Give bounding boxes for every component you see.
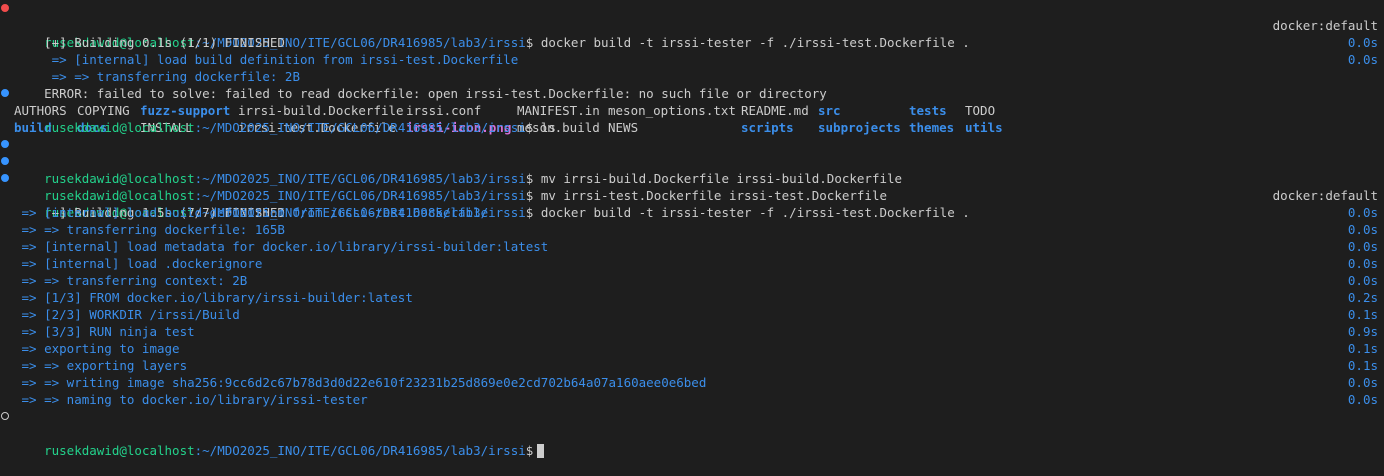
- build-step: => [internal] load .dockerignore 0.0s: [0, 255, 1384, 272]
- build-step: => => transferring dockerfile: 2B 0.0s: [0, 51, 1384, 84]
- build-step-text: => [2/3] WORKDIR /irssi/Build: [14, 307, 240, 322]
- error-circle-icon[interactable]: [1, 4, 9, 12]
- build-step-text: => => transferring dockerfile: 165B: [14, 222, 285, 237]
- build-step-time: 0.1s: [1347, 358, 1378, 373]
- build-step-time: 0.0s: [1347, 222, 1378, 237]
- ls-entry: irrsi-build.Dockerfile: [238, 103, 404, 118]
- build-context: docker:default: [1272, 18, 1378, 33]
- build-step-time: 0.0s: [1347, 375, 1378, 390]
- build-step-text: => [1/3] FROM docker.io/library/irssi-bu…: [14, 290, 413, 305]
- ls-output-row: AUTHORS COPYING fuzz-support irrsi-build.Do…: [0, 102, 1384, 119]
- build-header: [+] Building 1.5s (7/7) FINISHED docker:…: [0, 187, 1384, 220]
- build-step-text: => [internal] load .dockerignore: [14, 256, 263, 271]
- build-step-text: => => writing image sha256:9cc6d2c67b78d…: [14, 375, 707, 390]
- ls-entry: TODO: [965, 103, 996, 118]
- build-context: docker:default: [1272, 188, 1378, 203]
- ls-entry: src: [818, 103, 841, 118]
- build-step-text: => [3/3] RUN ninja test: [14, 324, 195, 339]
- ls-entry: README.md: [741, 103, 809, 118]
- build-step: => [3/3] RUN ninja test 0.9s: [0, 323, 1384, 340]
- ls-entry: utils: [965, 120, 1003, 135]
- ls-entry: MANIFEST.in: [517, 103, 600, 118]
- build-step: => => writing image sha256:9cc6d2c67b78d…: [0, 374, 1384, 391]
- prompt-line-build-1: rusekdawid@localhost:~/MDO2025_INO/ITE/G…: [0, 0, 1384, 50]
- prompt-line-current[interactable]: rusekdawid@localhost:~/MDO2025_INO/ITE/G…: [0, 408, 1384, 458]
- build-step-time: 0.0s: [1347, 52, 1378, 67]
- success-circle-icon[interactable]: [1, 89, 9, 97]
- build-step-time: 0.0s: [1347, 205, 1378, 220]
- prompt-line-mv-1: rusekdawid@localhost:~/MDO2025_INO/ITE/G…: [0, 136, 1384, 186]
- build-step-time: 0.9s: [1347, 324, 1378, 339]
- build-step-time: 0.0s: [1347, 239, 1378, 254]
- build-step-text: => => transferring context: 2B: [14, 273, 248, 288]
- build-step-text: => exporting to image: [14, 341, 180, 356]
- command-text: ls: [533, 120, 556, 135]
- prompt-path: :~/MDO2025_INO/ITE/GCL06/DR416985/lab3/i…: [194, 443, 526, 458]
- build-step: => [1/3] FROM docker.io/library/irssi-bu…: [0, 289, 1384, 306]
- terminal-cursor[interactable]: [537, 444, 545, 458]
- success-circle-icon[interactable]: [1, 140, 9, 148]
- build-step: => => transferring dockerfile: 165B 0.0s: [0, 221, 1384, 238]
- build-step-time: 0.0s: [1347, 256, 1378, 271]
- terminal[interactable]: rusekdawid@localhost:~/MDO2025_INO/ITE/G…: [0, 0, 1384, 458]
- build-step: => [2/3] WORKDIR /irssi/Build 0.1s: [0, 306, 1384, 323]
- build-step-text: => => naming to docker.io/library/irssi-…: [14, 392, 368, 407]
- build-step-time: 0.0s: [1347, 273, 1378, 288]
- build-header: [+] Building 0.1s (1/1) FINISHED docker:…: [0, 17, 1384, 50]
- ls-entry: subprojects: [818, 120, 901, 135]
- success-circle-icon[interactable]: [1, 157, 9, 165]
- build-step: => [internal] load build definition from…: [0, 204, 1384, 221]
- build-step: => exporting to image 0.1s: [0, 340, 1384, 357]
- prompt-user-host: rusekdawid@localhost: [44, 120, 195, 135]
- build-step-time: 0.2s: [1347, 290, 1378, 305]
- ls-entry: fuzz-support: [140, 103, 231, 118]
- ls-entry: themes: [909, 120, 955, 135]
- ls-entry: COPYING: [77, 103, 130, 118]
- build-step-time: 0.0s: [1347, 35, 1378, 50]
- ls-entry: NEWS: [608, 120, 639, 135]
- build-step-text: => [internal] load metadata for docker.i…: [14, 239, 549, 254]
- build-steps: => [internal] load build definition from…: [0, 204, 1384, 408]
- ls-entry: scripts: [741, 120, 794, 135]
- ls-entry: tests: [909, 103, 947, 118]
- build-step: => [internal] load metadata for docker.i…: [0, 238, 1384, 255]
- prompt-line-ls: rusekdawid@localhost:~/MDO2025_INO/ITE/G…: [0, 85, 1384, 135]
- prompt-line-mv-2: rusekdawid@localhost:~/MDO2025_INO/ITE/G…: [0, 153, 1384, 203]
- build-step-text: => [internal] load build definition from…: [14, 205, 489, 220]
- prompt-symbol: $: [525, 443, 534, 458]
- build-step: => => exporting layers 0.1s: [0, 357, 1384, 374]
- build-step-text: => => exporting layers: [14, 358, 188, 373]
- prompt-line-build-2: rusekdawid@localhost:~/MDO2025_INO/ITE/G…: [0, 170, 1384, 220]
- ls-entry: meson_options.txt: [608, 103, 736, 118]
- build-step: => [internal] load build definition from…: [0, 34, 1384, 67]
- success-circle-icon[interactable]: [1, 174, 9, 182]
- build-step-time: 0.1s: [1347, 341, 1378, 356]
- build-step: => => transferring context: 2B 0.0s: [0, 272, 1384, 289]
- build-step-time: 0.0s: [1347, 392, 1378, 407]
- prompt-path: :~/MDO2025_INO/ITE/GCL06/DR416985/lab3/i…: [194, 120, 526, 135]
- error-message: ERROR: failed to solve: failed to read d…: [0, 68, 1384, 101]
- build-step: => => naming to docker.io/library/irssi-…: [0, 391, 1384, 408]
- ls-entry: irssi.conf: [406, 103, 482, 118]
- prompt-user-host: rusekdawid@localhost: [44, 443, 195, 458]
- build-step-time: 0.1s: [1347, 307, 1378, 322]
- pending-circle-icon[interactable]: [1, 412, 9, 420]
